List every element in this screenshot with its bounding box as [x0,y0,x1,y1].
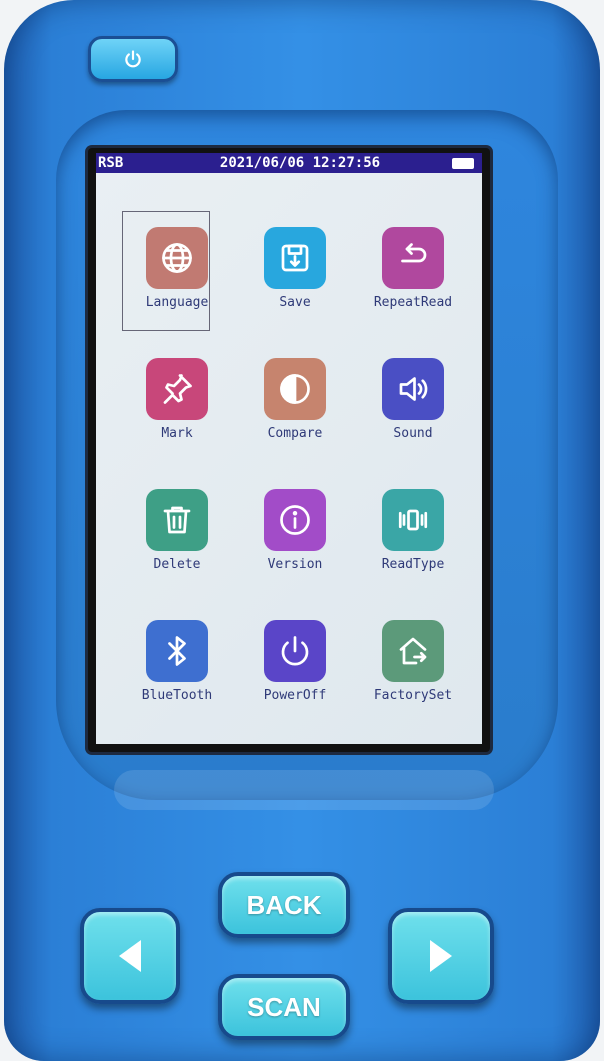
status-mode: RSB [98,155,124,171]
menu-item-label: Compare [267,426,323,441]
speaker-icon [399,377,428,401]
info-icon [280,505,310,535]
menu-item-save[interactable]: Save [236,211,354,342]
vibrate-icon [398,509,428,531]
device-screen: RSB 2021/06/06 12:27:56 Language Save Repe… [88,148,490,752]
menu-item-icon-box [264,620,326,682]
menu-item-icon-box [382,489,444,551]
menu-item-icon-box [382,358,444,420]
menu-item-icon-box [264,358,326,420]
menu-item-label: Delete [153,557,201,572]
battery-icon [452,157,474,169]
menu-item-label: RepeatRead [373,295,453,310]
menu-item-icon-box [382,227,444,289]
menu-item-factoryset[interactable]: FactorySet [354,604,472,735]
left-button[interactable] [80,908,180,1004]
pin-icon [163,374,192,404]
menu-item-icon-box [146,489,208,551]
home-exit-icon [399,637,427,665]
bluetooth-icon [168,636,186,666]
menu-item-mark[interactable]: Mark [118,342,236,473]
back-button[interactable]: BACK [218,872,350,938]
scan-button[interactable]: SCAN [218,974,350,1040]
menu-item-poweroff[interactable]: PowerOff [236,604,354,735]
menu-grid: Language Save RepeatRead Mark Compare Sound De… [118,211,474,735]
arrow-right-icon [430,940,452,972]
undo-arrow-icon [401,243,427,263]
menu-item-label: PowerOff [263,688,327,703]
menu-item-delete[interactable]: Delete [118,473,236,604]
menu-item-icon-box [382,620,444,682]
save-icon [281,244,309,272]
menu-item-readtype[interactable]: ReadType [354,473,472,604]
contrast-icon [280,374,310,404]
menu-item-label: Save [279,295,311,310]
menu-item-bluetooth[interactable]: BlueTooth [118,604,236,735]
menu-item-sound[interactable]: Sound [354,342,472,473]
menu-item-label: FactorySet [373,688,453,703]
status-bar: RSB 2021/06/06 12:27:56 [96,153,482,173]
power-icon [281,636,309,666]
menu-item-label: Sound [393,426,433,441]
menu-item-compare[interactable]: Compare [236,342,354,473]
trash-icon [163,506,191,534]
hardware-power-button[interactable] [88,36,178,82]
menu-item-icon-box [264,227,326,289]
menu-item-language[interactable]: Language [118,211,236,342]
menu-item-icon-box [146,620,208,682]
menu-item-label: Mark [161,426,193,441]
status-datetime: 2021/06/06 12:27:56 [219,155,381,171]
menu-item-icon-box [146,358,208,420]
globe-icon [162,243,192,273]
arrow-left-icon [119,940,141,972]
right-button[interactable] [388,908,494,1004]
bezel-glare [114,770,494,810]
menu-item-repeatread[interactable]: RepeatRead [354,211,472,342]
menu-item-icon-box [264,489,326,551]
menu-item-label: ReadType [381,557,445,572]
menu-item-icon-box [146,227,208,289]
menu-item-label: Language [145,295,209,310]
menu-item-label: Version [267,557,323,572]
power-icon [125,50,141,68]
menu-display: Language Save RepeatRead Mark Compare Sound De… [96,173,482,744]
menu-item-label: BlueTooth [141,688,213,703]
menu-item-version[interactable]: Version [236,473,354,604]
